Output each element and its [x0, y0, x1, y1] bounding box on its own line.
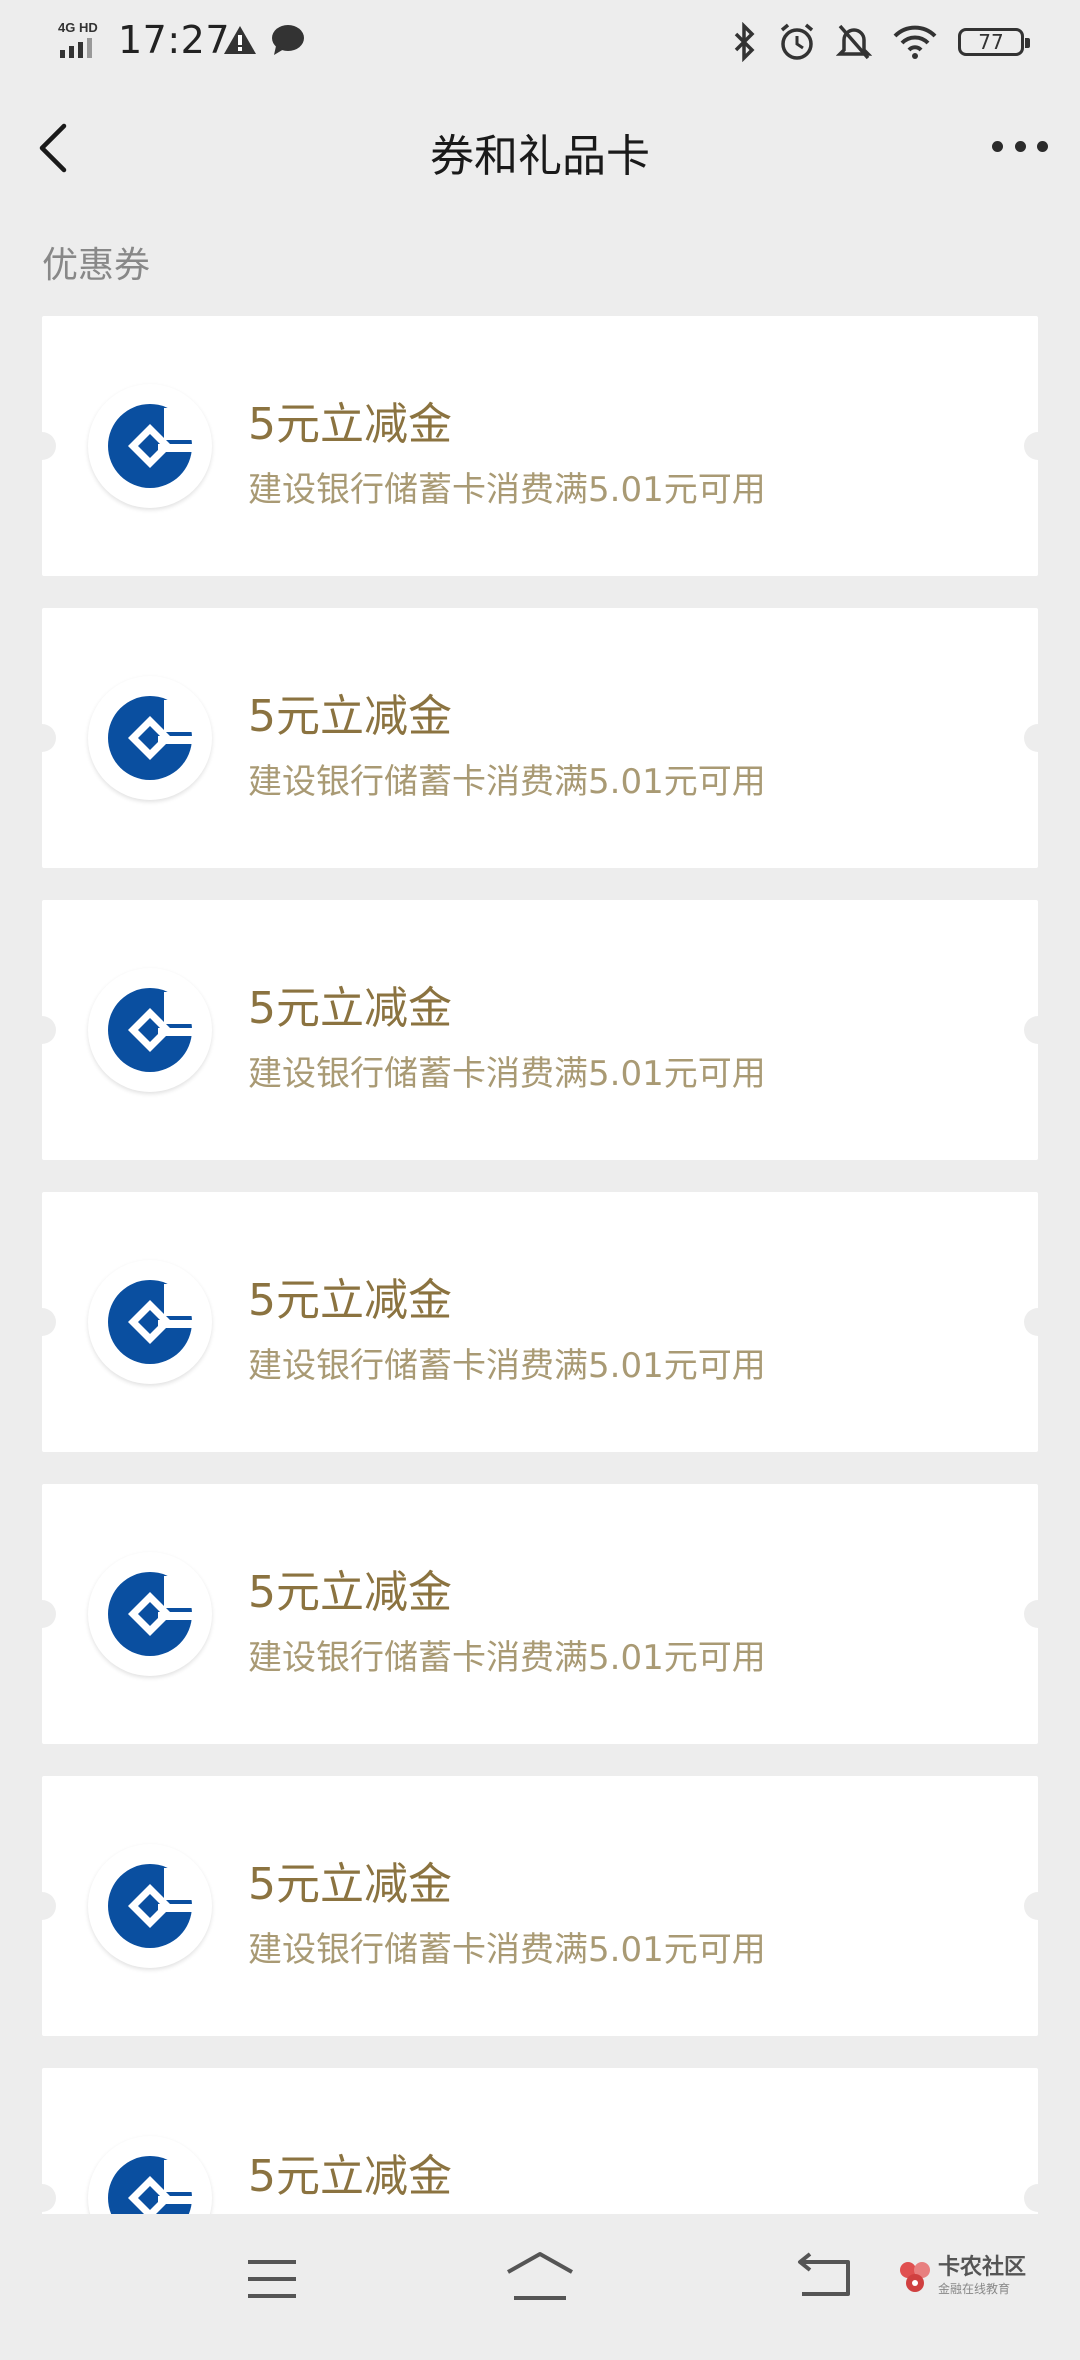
page-title: 券和礼品卡 — [430, 131, 650, 182]
coupon-title: 5元立减金 — [248, 983, 452, 1034]
status-bar: 4G HD 17:27 77 — [0, 0, 1080, 84]
coupon-description: 建设银行储蓄卡消费满5.01元可用 — [248, 1930, 766, 1970]
dot — [1037, 140, 1048, 152]
coupon-card[interactable]: 5元立减金 建设银行储蓄卡消费满5.01元可用 — [28, 900, 1052, 1160]
dot — [1014, 140, 1026, 152]
coupon-title: 5元立减金 — [248, 1859, 452, 1910]
coupon-title: 5元立减金 — [248, 1275, 452, 1326]
ccb-logo-icon — [88, 1552, 212, 1676]
dot — [992, 140, 1003, 152]
coupon-description: 建设银行储蓄卡消费满5.01元可用 — [248, 1054, 766, 1094]
ticket-notch — [28, 2184, 56, 2212]
watermark-name: 卡农社区 — [938, 2255, 1027, 2280]
coupon-card[interactable]: 5元立减金 建设银行储蓄卡消费满5.01元可用 — [28, 608, 1052, 868]
coupon-list: 5元立减金 建设银行储蓄卡消费满5.01元可用 5元立减金 建设银行储蓄卡消费满… — [28, 316, 1052, 2360]
wifi-icon — [893, 25, 937, 59]
back-arrow-icon[interactable] — [796, 2250, 852, 2298]
coupon-title: 5元立减金 — [248, 2151, 452, 2202]
ticket-notch — [28, 724, 56, 752]
coupon-card[interactable]: 5元立减金 建设银行储蓄卡消费满5.01元可用 — [28, 1776, 1052, 2036]
ticket-notch — [1024, 2184, 1052, 2212]
ticket-notch — [1024, 1016, 1052, 1044]
ticket-notch — [1024, 1308, 1052, 1336]
knsq-logo-icon — [900, 2261, 930, 2292]
coupon-description: 建设银行储蓄卡消费满5.01元可用 — [248, 1638, 766, 1678]
home-icon[interactable] — [504, 2250, 576, 2302]
battery-icon: 77 — [958, 28, 1030, 56]
ticket-notch — [1024, 1600, 1052, 1628]
message-icon — [272, 25, 304, 55]
ccb-logo-icon — [88, 1260, 212, 1384]
ccb-logo-icon — [88, 1844, 212, 1968]
navigation-bar: 券和礼品卡 — [0, 84, 1080, 212]
ticket-notch — [28, 1016, 56, 1044]
coupon-description: 建设银行储蓄卡消费满5.01元可用 — [248, 762, 766, 802]
status-time: 17:27 — [118, 18, 231, 62]
alarm-icon — [780, 23, 814, 60]
watermark-tagline: 金融在线教育 — [938, 2282, 1011, 2296]
ticket-notch — [28, 1308, 56, 1336]
coupon-description: 建设银行储蓄卡消费满5.01元可用 — [248, 470, 766, 510]
ccb-logo-icon — [88, 968, 212, 1092]
warning-icon — [224, 26, 256, 54]
coupon-title: 5元立减金 — [248, 691, 452, 742]
ticket-notch — [1024, 1892, 1052, 1920]
watermark: 卡农社区 金融在线教育 — [898, 2256, 1026, 2297]
system-navigation-bar: 卡农社区 金融在线教育 — [0, 2214, 1080, 2340]
coupon-description: 建设银行储蓄卡消费满5.01元可用 — [248, 1346, 766, 1386]
ccb-logo-icon — [88, 384, 212, 508]
coupon-title: 5元立减金 — [248, 1567, 452, 1618]
section-label-coupons: 优惠券 — [42, 245, 151, 286]
ccb-logo-icon — [88, 676, 212, 800]
signal-icon: 4G HD — [58, 20, 98, 58]
coupon-title: 5元立减金 — [248, 399, 452, 450]
menu-icon[interactable] — [246, 2258, 298, 2300]
network-label: 4G HD — [58, 20, 98, 35]
coupon-card[interactable]: 5元立减金 建设银行储蓄卡消费满5.01元可用 — [28, 316, 1052, 576]
mute-bell-icon — [836, 24, 872, 60]
coupon-card[interactable]: 5元立减金 建设银行储蓄卡消费满5.01元可用 — [28, 1192, 1052, 1452]
more-dots-icon[interactable] — [992, 136, 1048, 156]
ticket-notch — [1024, 724, 1052, 752]
bluetooth-icon — [734, 22, 755, 62]
ticket-notch — [1024, 432, 1052, 460]
ticket-notch — [28, 1600, 56, 1628]
ticket-notch — [28, 432, 56, 460]
coupon-card[interactable]: 5元立减金 建设银行储蓄卡消费满5.01元可用 — [28, 1484, 1052, 1744]
ticket-notch — [28, 1892, 56, 1920]
